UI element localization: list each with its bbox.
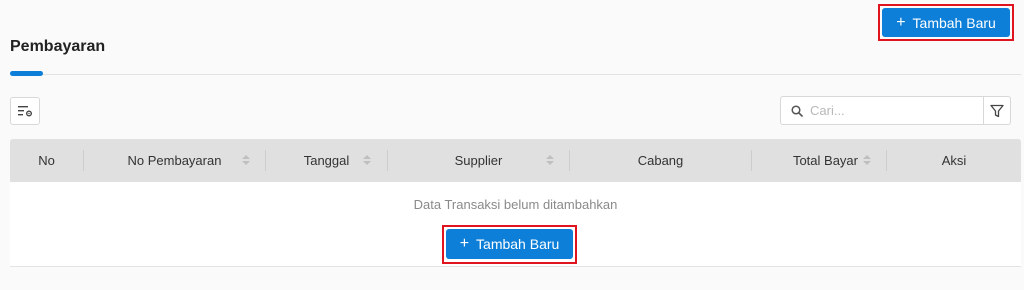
add-new-button-top[interactable]: + Tambah Baru <box>882 8 1010 37</box>
search-input[interactable] <box>810 103 970 118</box>
add-new-button-empty[interactable]: + Tambah Baru <box>446 229 573 259</box>
filter-button[interactable] <box>983 96 1011 125</box>
column-settings-icon <box>18 106 32 117</box>
sort-icon[interactable] <box>546 153 554 167</box>
column-settings-button[interactable] <box>10 97 40 125</box>
title-divider <box>10 74 1021 75</box>
column-header-no-pembayaran[interactable]: No Pembayaran <box>84 139 265 182</box>
add-new-button-label: Tambah Baru <box>476 236 560 252</box>
add-new-button-label: Tambah Baru <box>912 14 996 31</box>
column-header-cabang: Cabang <box>637 153 684 168</box>
column-header-supplier[interactable]: Supplier <box>388 139 569 182</box>
sort-icon[interactable] <box>863 153 871 167</box>
table-header: No No Pembayaran Tanggal Supplier Cabang… <box>10 139 1021 182</box>
search-field <box>780 96 984 125</box>
plus-icon: + <box>896 13 906 31</box>
column-header-no[interactable]: No <box>10 139 83 182</box>
plus-icon: + <box>459 235 470 252</box>
search-icon <box>791 104 803 117</box>
empty-state-message: Data Transaksi belum ditambahkan <box>413 197 618 212</box>
sort-icon[interactable] <box>363 153 371 167</box>
title-accent-bar <box>10 71 43 76</box>
filter-icon <box>990 104 1004 117</box>
column-header-aksi: Aksi <box>941 153 967 168</box>
sort-icon[interactable] <box>242 153 250 167</box>
page-title: Pembayaran <box>10 38 106 55</box>
